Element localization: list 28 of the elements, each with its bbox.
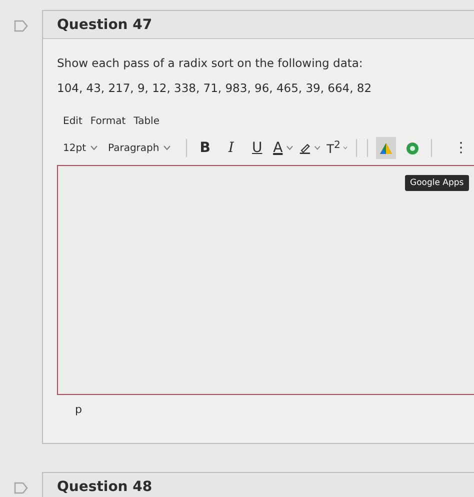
text-color-button[interactable]: A	[273, 137, 294, 159]
data-values: 104, 43, 217, 9, 12, 338, 71, 983, 96, 465, 39, 664, 82	[57, 80, 373, 96]
menu-item[interactable]: Table	[134, 116, 160, 127]
menu-item[interactable]: Format	[90, 116, 126, 127]
triangle-logo-icon	[379, 142, 394, 154]
flag-icon	[14, 20, 28, 32]
pen-icon	[299, 141, 311, 155]
underline-button[interactable]: U	[247, 137, 268, 159]
answer-box[interactable]	[57, 165, 474, 395]
question-text: Show each pass of a radix sort on the following data:	[57, 55, 364, 71]
caret-icon	[163, 145, 172, 151]
element-path: p	[74, 402, 83, 418]
bold-button[interactable]: B	[195, 137, 216, 159]
caret-icon	[286, 145, 294, 151]
caret-icon	[314, 145, 321, 151]
superscript-button[interactable]: T$^{2}$	[326, 137, 348, 159]
font-size-dropdown[interactable]: 12pt	[63, 137, 98, 159]
caret-icon	[90, 145, 98, 151]
tooltip: Google Apps	[405, 175, 469, 191]
more-button[interactable]: ⋮	[450, 137, 471, 159]
flag-icon	[14, 482, 28, 494]
menu-item[interactable]: Edit	[63, 116, 82, 127]
caret-icon	[343, 145, 348, 151]
block-format-dropdown[interactable]: Paragraph	[108, 137, 172, 159]
italic-button[interactable]: I	[221, 137, 242, 159]
question-title: Question 48	[57, 478, 152, 494]
question-title: Question 47	[57, 16, 152, 32]
apps-button[interactable]	[376, 137, 396, 159]
